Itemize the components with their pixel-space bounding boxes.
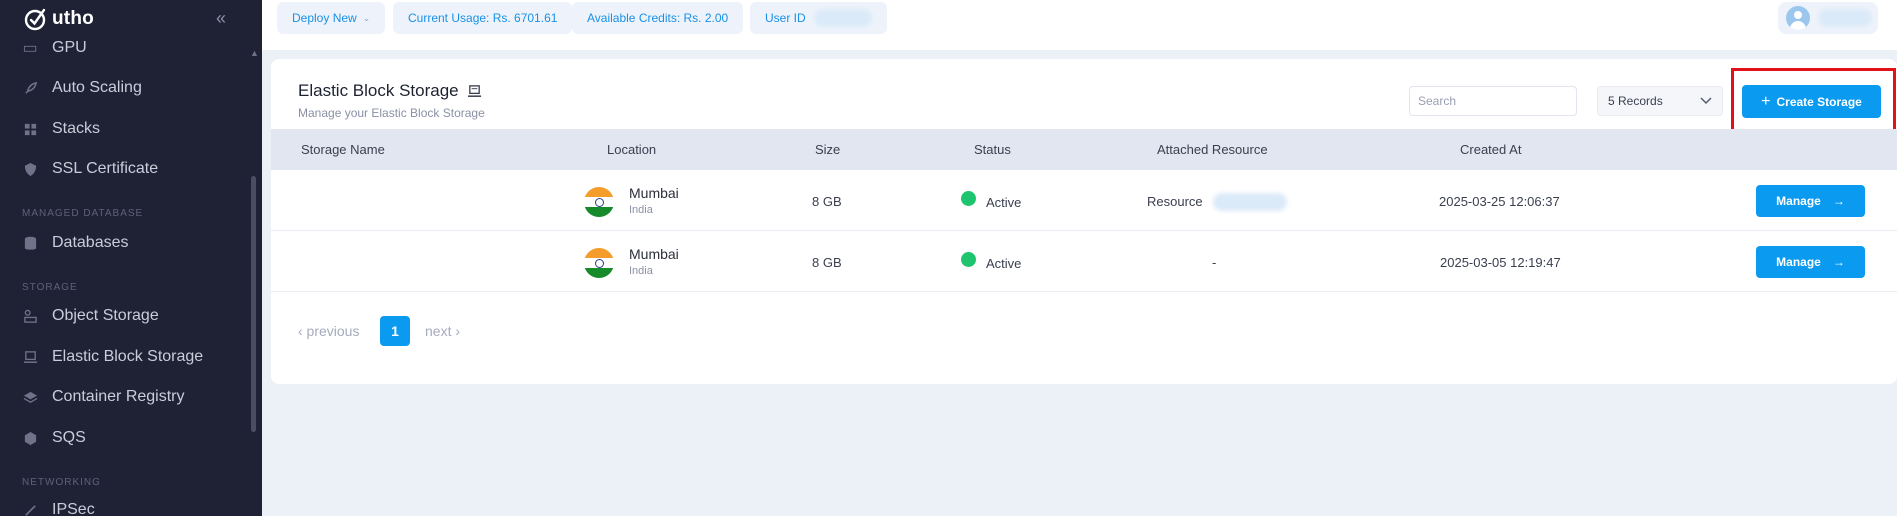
sidebar-scrollbar[interactable] — [251, 176, 256, 432]
chevron-down-icon — [1700, 97, 1712, 105]
sidebar-item-label: Databases — [52, 234, 129, 251]
records-per-page-select[interactable]: 5 Records — [1597, 86, 1723, 116]
chevron-down-icon: ⌄ — [362, 12, 371, 23]
sidebar-item-label: SSL Certificate — [52, 160, 159, 177]
section-label-storage: STORAGE — [22, 282, 78, 293]
shield-icon — [22, 161, 38, 177]
section-label-managed-database: MANAGED DATABASE — [22, 208, 144, 219]
deploy-new-label: Deploy New — [292, 11, 357, 25]
sidebar: utho « ▭ GPU ▲ Auto Scaling Stacks SSL C… — [0, 0, 262, 516]
user-id-value-redacted — [813, 9, 872, 27]
scroll-up-icon[interactable]: ▲ — [250, 48, 259, 58]
highlight-annotation — [1731, 68, 1896, 136]
location-country: India — [629, 204, 653, 216]
manage-button[interactable]: Manage → — [1756, 185, 1865, 217]
sidebar-item-ssl-certificate[interactable]: SSL Certificate — [22, 157, 158, 181]
column-header-status[interactable]: Status — [974, 142, 1011, 157]
location-city: Mumbai — [629, 185, 679, 201]
user-id-label: User ID — [765, 11, 806, 25]
available-credits-label: Available Credits: Rs. 2.00 — [587, 11, 729, 25]
topbar: Deploy New ⌄ Current Usage: Rs. 6701.61 … — [262, 0, 1897, 50]
brand-name: utho — [52, 8, 94, 29]
status-badge: Active — [986, 256, 1022, 271]
manage-label: Manage — [1776, 255, 1821, 269]
queue-icon — [22, 430, 38, 446]
sidebar-item-databases[interactable]: Databases — [22, 231, 129, 255]
manage-button[interactable]: Manage → — [1756, 246, 1865, 278]
sidebar-item-object-storage[interactable]: Object Storage — [22, 304, 159, 328]
sidebar-item-label: GPU — [52, 39, 87, 56]
link-icon — [22, 502, 38, 516]
attached-resource-cell: - — [1212, 255, 1217, 270]
location-city: Mumbai — [629, 246, 679, 262]
table-header: Storage Name Location Size Status Attach… — [271, 129, 1897, 170]
search-input[interactable] — [1409, 86, 1577, 116]
attached-resource-cell[interactable]: Resource — [1147, 194, 1203, 209]
available-credits-badge[interactable]: Available Credits: Rs. 2.00 — [572, 2, 744, 34]
status-badge: Active — [986, 195, 1022, 210]
block-storage-icon — [467, 84, 481, 97]
layers-icon — [22, 389, 38, 405]
user-id-badge[interactable]: User ID — [750, 2, 887, 34]
collapse-sidebar-icon[interactable]: « — [216, 8, 226, 29]
sidebar-item-container-registry[interactable]: Container Registry — [22, 385, 185, 409]
arrow-right-icon: → — [1832, 255, 1845, 269]
manage-label: Manage — [1776, 194, 1821, 208]
object-storage-icon — [22, 308, 38, 324]
gpu-icon: ▭ — [22, 40, 38, 57]
sidebar-item-sqs[interactable]: SQS — [22, 426, 86, 450]
current-usage-badge[interactable]: Current Usage: Rs. 6701.61 — [393, 2, 573, 34]
column-header-size[interactable]: Size — [815, 142, 840, 157]
database-icon — [22, 235, 38, 251]
user-menu[interactable] — [1778, 2, 1878, 34]
block-storage-icon — [22, 349, 38, 365]
pagination-page-current[interactable]: 1 — [380, 316, 410, 346]
created-at-cell: 2025-03-25 12:06:37 — [1439, 194, 1560, 209]
page-title-text: Elastic Block Storage — [298, 81, 459, 100]
pagination-previous[interactable]: ‹ previous — [298, 323, 359, 339]
sidebar-item-label: Elastic Block Storage — [52, 348, 204, 365]
rocket-icon — [22, 80, 38, 96]
stacks-icon — [22, 121, 38, 137]
pagination-next[interactable]: next › — [425, 323, 460, 339]
sidebar-item-label: Auto Scaling — [52, 79, 142, 96]
avatar — [1786, 6, 1810, 30]
sidebar-item-label: Container Registry — [52, 388, 185, 405]
sidebar-item-label: Object Storage — [52, 307, 159, 324]
india-flag-icon — [584, 187, 614, 217]
page-subtitle: Manage your Elastic Block Storage — [298, 106, 485, 120]
column-header-storage-name[interactable]: Storage Name — [301, 142, 385, 157]
sidebar-item-elastic-block-storage[interactable]: Elastic Block Storage — [22, 345, 203, 369]
section-label-networking: NETWORKING — [22, 477, 101, 488]
location-country: India — [629, 265, 653, 277]
sidebar-item-auto-scaling[interactable]: Auto Scaling — [22, 76, 142, 100]
brand[interactable]: utho — [22, 6, 94, 32]
records-label: 5 Records — [1608, 94, 1663, 108]
utho-logo-icon — [24, 8, 46, 31]
sidebar-item-label: SQS — [52, 429, 86, 446]
status-active-icon — [961, 252, 976, 267]
sidebar-item-label: IPSec — [52, 501, 95, 516]
column-header-attached-resource[interactable]: Attached Resource — [1157, 142, 1268, 157]
table-row[interactable]: Mumbai India 8 GB Active - 2025-03-05 12… — [271, 231, 1897, 292]
sidebar-item-stacks[interactable]: Stacks — [22, 117, 100, 141]
created-at-cell: 2025-03-05 12:19:47 — [1440, 255, 1561, 270]
sidebar-item-label: Stacks — [52, 120, 101, 137]
sidebar-item-gpu[interactable]: ▭ GPU — [22, 36, 87, 60]
resource-name-redacted — [1213, 193, 1287, 211]
column-header-location[interactable]: Location — [607, 142, 656, 157]
table-row[interactable]: Mumbai India 8 GB Active Resource 2025-0… — [271, 170, 1897, 231]
current-usage-label: Current Usage: Rs. 6701.61 — [408, 11, 558, 25]
size-cell: 8 GB — [812, 255, 842, 270]
deploy-new-dropdown[interactable]: Deploy New ⌄ — [277, 2, 386, 34]
size-cell: 8 GB — [812, 194, 842, 209]
username-redacted — [1818, 9, 1872, 27]
india-flag-icon — [584, 248, 614, 278]
page-title: Elastic Block Storage — [298, 81, 482, 101]
column-header-created-at[interactable]: Created At — [1460, 142, 1521, 157]
status-active-icon — [961, 191, 976, 206]
arrow-right-icon: → — [1832, 194, 1845, 208]
sidebar-item-ipsec[interactable]: IPSec — [22, 498, 95, 516]
